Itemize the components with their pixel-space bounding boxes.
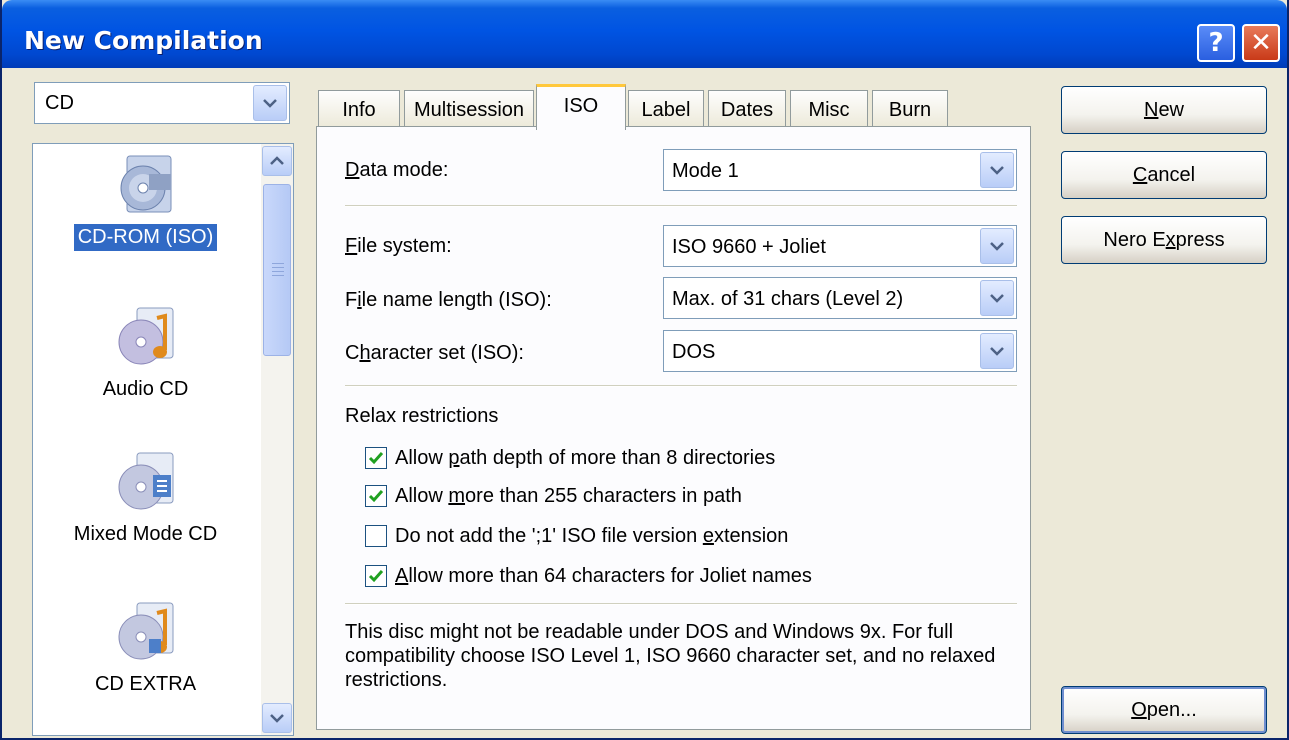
option-path-length[interactable]: Allow more than 255 characters in path: [365, 483, 742, 509]
list-item-cd-extra[interactable]: CD EXTRA: [33, 599, 258, 698]
chevron-down-icon[interactable]: [253, 85, 287, 121]
disc-type-value: CD: [45, 92, 74, 114]
iso-tab-panel: Data mode: Mode 1 File system: ISO 9660 …: [316, 126, 1031, 730]
path-depth-checkbox[interactable]: [365, 447, 387, 469]
list-item-label: Mixed Mode CD: [73, 523, 218, 545]
list-item-label: CD EXTRA: [94, 673, 197, 695]
character-set-label: Character set (ISO):: [345, 342, 524, 364]
title-bar[interactable]: New Compilation ? ✕: [2, 0, 1287, 68]
version-extension-checkbox[interactable]: [365, 525, 387, 547]
character-set-select[interactable]: DOS: [663, 330, 1017, 372]
option-label: Allow more than 255 characters in path: [395, 484, 742, 507]
tab-burn[interactable]: Burn: [872, 90, 948, 128]
option-path-depth[interactable]: Allow path depth of more than 8 director…: [365, 445, 775, 471]
new-button[interactable]: New: [1061, 86, 1267, 134]
list-item-mixed-mode-cd[interactable]: Mixed Mode CD: [33, 449, 258, 548]
chevron-up-icon: [270, 156, 284, 165]
disc-type-select[interactable]: CD: [34, 82, 290, 124]
scroll-up-button[interactable]: [262, 146, 292, 176]
list-scrollbar[interactable]: [261, 144, 293, 735]
audio-cd-icon: [118, 307, 173, 365]
path-length-checkbox[interactable]: [365, 485, 387, 507]
tab-multisession[interactable]: Multisession: [404, 90, 534, 128]
chevron-down-icon[interactable]: [980, 333, 1014, 369]
chevron-down-icon[interactable]: [980, 228, 1014, 264]
tab-info[interactable]: Info: [318, 90, 400, 128]
nero-express-button[interactable]: Nero Express: [1061, 216, 1267, 264]
file-name-length-label: File name length (ISO):: [345, 289, 552, 311]
mixed-mode-cd-icon: [118, 452, 173, 510]
file-name-length-value: Max. of 31 chars (Level 2): [672, 288, 904, 310]
data-mode-select[interactable]: Mode 1: [663, 149, 1017, 191]
file-name-length-select[interactable]: Max. of 31 chars (Level 2): [663, 277, 1017, 319]
list-item-label: Audio CD: [102, 378, 189, 400]
option-version-extension[interactable]: Do not add the ';1' ISO file version ext…: [365, 523, 788, 549]
divider: [345, 385, 1017, 387]
chevron-down-icon: [270, 714, 284, 723]
chevron-down-icon[interactable]: [980, 152, 1014, 188]
new-compilation-dialog: New Compilation ? ✕ CD CD-ROM (ISO) Audi…: [0, 0, 1289, 740]
scroll-thumb[interactable]: [263, 184, 291, 356]
divider: [345, 205, 1017, 207]
file-system-value: ISO 9660 + Joliet: [672, 236, 826, 258]
compatibility-note: This disc might not be readable under DO…: [345, 621, 996, 691]
option-joliet-names[interactable]: Allow more than 64 characters for Joliet…: [365, 563, 812, 589]
cancel-button[interactable]: Cancel: [1061, 151, 1267, 199]
cd-extra-icon: [118, 602, 173, 660]
option-label: Do not add the ';1' ISO file version ext…: [395, 524, 789, 547]
tab-label[interactable]: Label: [628, 90, 704, 128]
list-item-cd-rom-iso[interactable]: CD-ROM (ISO): [33, 152, 258, 252]
window-title: New Compilation: [24, 26, 263, 55]
open-button[interactable]: Open...: [1061, 686, 1267, 734]
data-mode-value: Mode 1: [672, 160, 739, 182]
data-mode-label: Data mode:: [345, 159, 449, 181]
list-item-audio-cd[interactable]: Audio CD: [33, 304, 258, 403]
option-label: Allow more than 64 characters for Joliet…: [395, 564, 812, 587]
help-button[interactable]: ?: [1197, 24, 1235, 62]
chevron-down-icon[interactable]: [980, 280, 1014, 316]
file-system-label: File system:: [345, 235, 452, 257]
checkmark-icon: [368, 490, 384, 503]
scroll-down-button[interactable]: [262, 703, 292, 733]
list-item-label: CD-ROM (ISO): [72, 223, 219, 252]
compilation-type-list[interactable]: CD-ROM (ISO) Audio CD Mixed Mode CD CD E…: [32, 143, 294, 736]
option-label: Allow path depth of more than 8 director…: [395, 446, 776, 469]
character-set-value: DOS: [672, 341, 716, 363]
tab-dates[interactable]: Dates: [708, 90, 786, 128]
relax-restrictions-heading: Relax restrictions: [345, 405, 499, 427]
tab-misc[interactable]: Misc: [790, 90, 868, 128]
close-button[interactable]: ✕: [1242, 24, 1280, 62]
joliet-names-checkbox[interactable]: [365, 565, 387, 587]
tab-iso[interactable]: ISO: [536, 84, 626, 130]
divider: [345, 603, 1017, 605]
file-system-select[interactable]: ISO 9660 + Joliet: [663, 225, 1017, 267]
checkmark-icon: [368, 452, 384, 465]
cd-rom-iso-icon: [120, 155, 171, 213]
checkmark-icon: [368, 570, 384, 583]
